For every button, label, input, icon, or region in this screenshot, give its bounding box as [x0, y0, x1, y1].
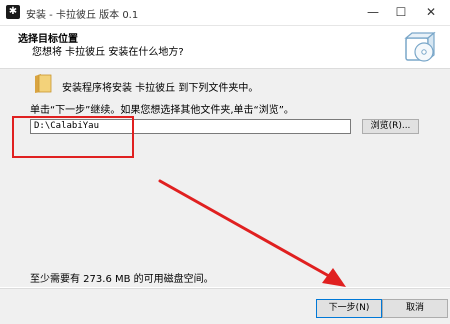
page-subtitle: 您想将 卡拉彼丘 安装在什么地方?	[32, 47, 184, 58]
highlight-box-annotation	[12, 116, 134, 158]
cancel-button[interactable]: 取消	[382, 299, 448, 318]
setup-app-icon: ✱	[6, 5, 20, 19]
disk-space-requirement: 至少需要有 273.6 MB 的可用磁盘空间。	[30, 274, 214, 285]
close-button[interactable]: ✕	[414, 0, 448, 25]
wizard-header: 选择目标位置 您想将 卡拉彼丘 安装在什么地方?	[0, 26, 450, 69]
next-button[interactable]: 下一步(N)	[316, 299, 382, 318]
maximize-button[interactable]: ☐	[384, 0, 418, 25]
instruction-text: 单击“下一步”继续。如果您想选择其他文件夹,单击“浏览”。	[30, 105, 294, 116]
setup-disc-logo-icon	[404, 31, 436, 62]
title-bar: ✱ 安装 - 卡拉彼丘 版本 0.1 — ☐ ✕	[0, 0, 450, 26]
browse-button[interactable]: 浏览(R)...	[362, 119, 419, 134]
window-title: 安装 - 卡拉彼丘 版本 0.1	[26, 10, 139, 21]
folder-icon	[35, 74, 52, 93]
install-location-message: 安装程序将安装 卡拉彼丘 到下列文件夹中。	[62, 83, 259, 94]
